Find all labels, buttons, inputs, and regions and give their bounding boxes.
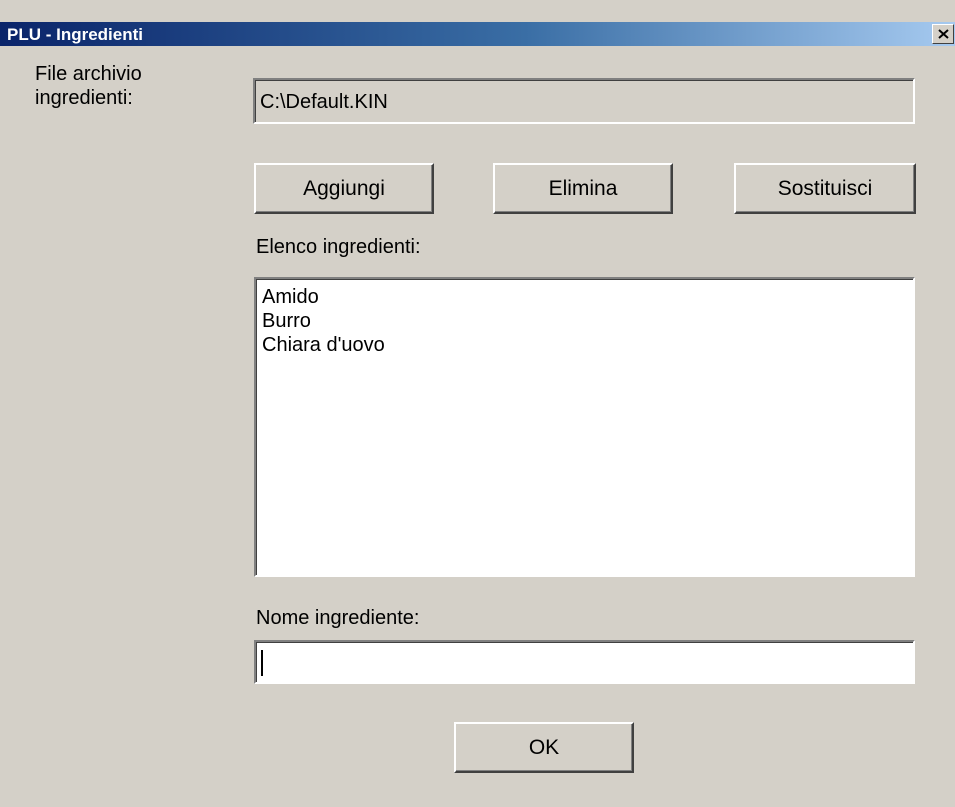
close-button[interactable] — [932, 24, 954, 44]
window-title: PLU - Ingredienti — [7, 25, 143, 44]
title-bar[interactable]: PLU - Ingredienti — [0, 22, 955, 46]
dialog-window: PLU - Ingredienti File archivio ingredie… — [0, 0, 955, 807]
ok-button[interactable]: OK — [454, 722, 634, 773]
replace-button[interactable]: Sostituisci — [734, 163, 916, 214]
ok-button-label: OK — [528, 736, 560, 759]
file-archive-value: C:\Default.KIN — [260, 91, 388, 113]
add-button[interactable]: Aggiungi — [254, 163, 434, 214]
ingredient-name-input[interactable] — [254, 640, 915, 684]
delete-button-label: Elimina — [548, 177, 618, 200]
ingredients-list[interactable]: Amido Burro Chiara d'uovo — [254, 277, 915, 577]
ingredients-list-label: Elenco ingredienti: — [256, 236, 421, 258]
text-caret — [261, 650, 263, 676]
add-button-label: Aggiungi — [303, 177, 385, 200]
list-item[interactable]: Chiara d'uovo — [262, 333, 385, 357]
file-archive-label: File archivio ingredienti: — [35, 63, 142, 109]
replace-button-label: Sostituisci — [777, 177, 873, 200]
close-icon — [938, 29, 949, 39]
list-item[interactable]: Amido — [262, 285, 319, 309]
ingredient-name-label: Nome ingrediente: — [256, 607, 420, 629]
list-item[interactable]: Burro — [262, 309, 311, 333]
file-archive-field[interactable]: C:\Default.KIN — [253, 78, 915, 124]
delete-button[interactable]: Elimina — [493, 163, 673, 214]
